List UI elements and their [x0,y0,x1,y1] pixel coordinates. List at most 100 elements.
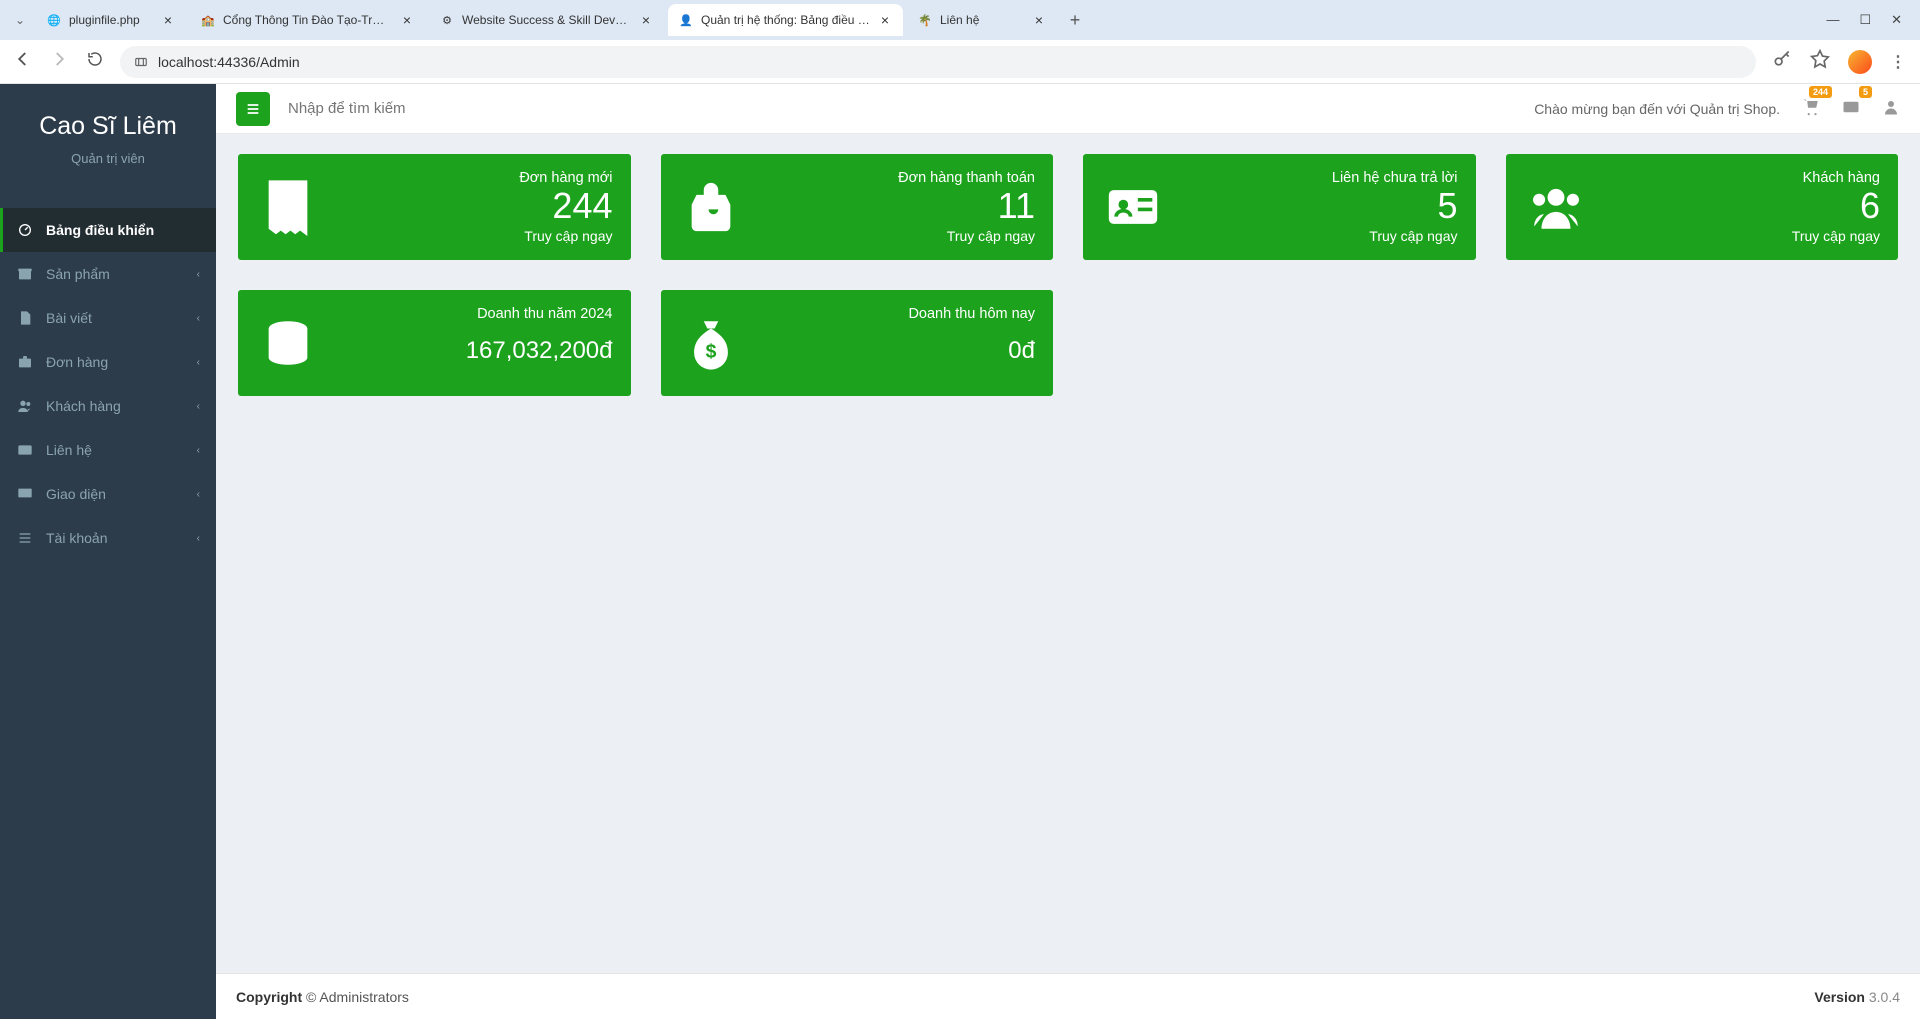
sidebar-label: Khách hàng [46,398,121,414]
sidebar-label: Liên hệ [46,442,92,458]
favicon-icon: 🌴 [917,12,933,28]
browser-tab[interactable]: ⚙ Website Success & Skill Develo... × [429,4,664,36]
card-title: Khách hàng [1602,170,1881,186]
briefcase-icon [16,354,34,370]
user-icon[interactable] [1882,98,1900,120]
desktop-icon [16,486,34,502]
sidebar-item-orders[interactable]: Đơn hàng ‹ [0,340,216,384]
minimize-icon[interactable]: — [1826,12,1839,28]
svg-text:$: $ [705,342,716,363]
card-link[interactable]: Truy cập ngay [334,228,613,244]
user-name: Cao Sĩ Liêm [10,112,206,141]
card-value: 5 [1179,188,1458,224]
sidebar-item-contact[interactable]: Liên hệ ‹ [0,428,216,472]
card-title: Đơn hàng mới [334,170,613,186]
sidebar-label: Đơn hàng [46,354,108,370]
copyright-label: Copyright [236,989,302,1005]
browser-tab[interactable]: 🌐 pluginfile.php × [36,4,186,36]
topbar: Chào mừng bạn đến với Quản trị Shop. 244… [216,84,1920,134]
forward-icon[interactable] [50,50,68,73]
card-value: 11 [757,188,1036,224]
chevron-left-icon: ‹ [197,269,200,280]
money-bag-icon: $ [679,306,743,380]
tab-close-icon[interactable]: × [399,12,415,28]
sidebar-item-dashboard[interactable]: Bảng điều khiển [0,208,216,252]
url-text: localhost:44336/Admin [158,54,300,70]
archive-icon [16,266,34,282]
sidebar-item-products[interactable]: Sản phẩm ‹ [0,252,216,296]
card-contacts[interactable]: Liên hệ chưa trả lời 5 Truy cập ngay [1083,154,1476,260]
chevron-left-icon: ‹ [197,533,200,544]
card-value: 6 [1602,188,1881,224]
card-revenue-today[interactable]: $ Doanh thu hôm nay 0đ [661,290,1054,396]
new-tab-button[interactable]: + [1061,6,1089,34]
search-input[interactable] [288,100,1516,117]
tab-title: pluginfile.php [69,13,153,27]
site-info-icon[interactable] [134,55,148,69]
cart-button[interactable]: 244 [1802,98,1820,120]
url-input[interactable]: localhost:44336/Admin [120,46,1756,78]
card-link[interactable]: Truy cập ngay [1179,228,1458,244]
contact-badge: 5 [1859,86,1872,98]
star-icon[interactable] [1810,49,1830,74]
sidebar-label: Bảng điều khiển [46,222,154,238]
card-value: 244 [334,188,613,224]
version-label: Version [1814,989,1865,1005]
card-new-orders[interactable]: Đơn hàng mới 244 Truy cập ngay [238,154,631,260]
sidebar-item-customers[interactable]: Khách hàng ‹ [0,384,216,428]
globe-icon: 🌐 [46,12,62,28]
chevron-left-icon: ‹ [197,313,200,324]
card-revenue-year[interactable]: Doanh thu năm 2024 167,032,200đ [238,290,631,396]
cart-badge: 244 [1809,86,1832,98]
card-value: 0đ [757,339,1036,363]
version-number: 3.0.4 [1865,989,1900,1005]
file-icon [16,310,34,326]
sidebar-label: Tài khoản [46,530,107,546]
card-link[interactable]: Truy cập ngay [757,228,1036,244]
footer: Copyright © Administrators Version 3.0.4 [216,973,1920,1019]
tab-menu-button[interactable]: ⌄ [8,8,32,32]
sidebar-item-ui[interactable]: Giao diện ‹ [0,472,216,516]
reload-icon[interactable] [86,50,104,73]
browser-tab[interactable]: 🏫 Cổng Thông Tin Đào Tạo-Trườ... × [190,4,425,36]
browser-tab-strip: ⌄ 🌐 pluginfile.php × 🏫 Cổng Thông Tin Đà… [0,0,1920,40]
user-role: Quản trị viên [10,151,206,166]
tab-close-icon[interactable]: × [1031,12,1047,28]
card-title: Doanh thu hôm nay [757,306,1036,322]
tab-close-icon[interactable]: × [160,12,176,28]
tab-close-icon[interactable]: × [877,12,893,28]
users-icon [16,398,34,414]
card-title: Đơn hàng thanh toán [757,170,1036,186]
card-paid-orders[interactable]: Đơn hàng thanh toán 11 Truy cập ngay [661,154,1054,260]
browser-tab-active[interactable]: 👤 Quản trị hệ thống: Bảng điều k... × [668,4,903,36]
menu-toggle-button[interactable] [236,92,270,126]
card-customers[interactable]: Khách hàng 6 Truy cập ngay [1506,154,1899,260]
tab-close-icon[interactable]: × [638,12,654,28]
tab-title: Website Success & Skill Develo... [462,13,631,27]
contact-button[interactable]: 5 [1842,98,1860,120]
shop-icon [679,170,743,244]
window-controls: — ☐ ✕ [1826,12,1912,28]
more-icon[interactable]: ⋮ [1890,52,1906,72]
browser-tab[interactable]: 🌴 Liên hệ × [907,4,1057,36]
sidebar-item-accounts[interactable]: Tài khoản ‹ [0,516,216,560]
sidebar-label: Sản phẩm [46,266,110,282]
card-link[interactable]: Truy cập ngay [1602,228,1881,244]
sidebar: Cao Sĩ Liêm Quản trị viên Bảng điều khiể… [0,84,216,1019]
sidebar-label: Giao diện [46,486,106,502]
back-icon[interactable] [14,50,32,73]
maximize-icon[interactable]: ☐ [1859,12,1871,28]
sidebar-item-posts[interactable]: Bài viết ‹ [0,296,216,340]
tab-title: Cổng Thông Tin Đào Tạo-Trườ... [223,13,392,27]
chevron-left-icon: ‹ [197,401,200,412]
chevron-left-icon: ‹ [197,445,200,456]
receipt-icon [256,170,320,244]
users-icon [1524,170,1588,244]
dashboard-icon [16,222,34,238]
chevron-left-icon: ‹ [197,357,200,368]
favicon-icon: ⚙ [439,12,455,28]
profile-avatar[interactable] [1848,50,1872,74]
list-icon [16,530,34,546]
key-icon[interactable] [1772,49,1792,74]
close-window-icon[interactable]: ✕ [1891,12,1902,28]
